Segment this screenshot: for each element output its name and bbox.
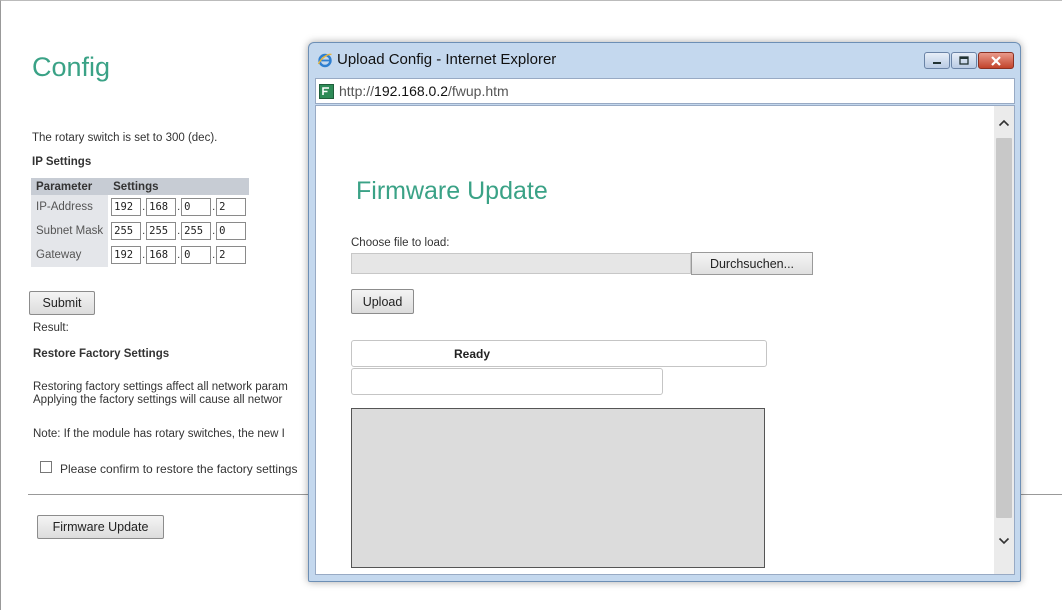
vertical-scrollbar[interactable] [994, 106, 1014, 574]
result-label: Result: [33, 322, 69, 334]
gateway-field: 192. 168. 0. 2 [108, 243, 250, 267]
address-bar[interactable]: http://192.168.0.2/fwup.htm [315, 78, 1015, 104]
table-header-row: Parameter Settings [31, 178, 250, 195]
octet-input[interactable]: 2 [216, 246, 247, 264]
octet-input[interactable]: 0 [181, 246, 212, 264]
octet-input[interactable]: 2 [216, 198, 247, 216]
rotary-switch-text: The rotary switch is set to 300 (dec). [32, 132, 218, 144]
page-title: Config [32, 52, 111, 82]
restore-description-line-2: Applying the factory settings will cause… [33, 394, 283, 406]
scroll-down-arrow[interactable] [997, 534, 1011, 548]
rotary-note-text: Note: If the module has rotary switches,… [33, 428, 285, 440]
row-label: Subnet Mask [31, 219, 109, 243]
octet-input[interactable]: 192 [111, 246, 142, 264]
status-field: Ready [351, 340, 767, 367]
table-row-ip-address: IP-Address 192. 168. 0. 2 [31, 195, 250, 219]
confirm-restore-label: Please confirm to restore the factory se… [60, 462, 298, 476]
close-icon [991, 55, 1001, 66]
table-row-subnet-mask: Subnet Mask 255. 255. 255. 0 [31, 219, 250, 243]
octet-input[interactable]: 0 [181, 198, 212, 216]
firmware-update-heading: Firmware Update [356, 177, 548, 205]
ip-settings-table: Parameter Settings IP-Address 192. 168. 0.… [31, 178, 250, 267]
close-button[interactable] [978, 52, 1014, 69]
restore-factory-heading: Restore Factory Settings [33, 348, 170, 360]
octet-input[interactable]: 255 [146, 222, 177, 240]
scroll-up-arrow[interactable] [997, 116, 1011, 130]
octet-input[interactable]: 168 [146, 198, 177, 216]
subnet-mask-field: 255. 255. 255. 0 [108, 219, 250, 243]
window-controls [924, 52, 1014, 69]
status-text: Ready [453, 347, 491, 361]
internet-explorer-icon [317, 53, 332, 67]
octet-input[interactable]: 192 [111, 198, 142, 216]
browse-button[interactable]: Durchsuchen... [691, 252, 813, 275]
restore-description-line-1: Restoring factory settings affect all ne… [33, 381, 288, 393]
window-title-bar: Upload Config - Internet Explorer [317, 51, 556, 68]
ip-address-field: 192. 168. 0. 2 [108, 195, 250, 219]
window-title: Upload Config - Internet Explorer [337, 51, 557, 68]
column-header-parameter: Parameter [31, 178, 109, 195]
minimize-button[interactable] [924, 52, 950, 69]
file-path-input[interactable] [351, 253, 691, 274]
firmware-update-button[interactable]: Firmware Update [37, 515, 164, 539]
maximize-button[interactable] [951, 52, 977, 69]
octet-input[interactable]: 0 [216, 222, 247, 240]
url-prefix: http:// [339, 83, 375, 99]
choose-file-label: Choose file to load: [351, 237, 450, 249]
octet-input[interactable]: 168 [146, 246, 177, 264]
minimize-icon [933, 61, 941, 64]
row-label: Gateway [31, 243, 109, 267]
maximize-icon [959, 56, 969, 65]
page-icon [319, 83, 334, 99]
column-header-settings: Settings [108, 178, 250, 195]
log-output-area [351, 408, 765, 568]
submit-button[interactable]: Submit [29, 291, 95, 315]
url-path: /fwup.htm [448, 83, 509, 99]
chevron-up-icon [998, 119, 1010, 127]
table-row-gateway: Gateway 192. 168. 0. 2 [31, 243, 250, 267]
octet-input[interactable]: 255 [181, 222, 212, 240]
chevron-down-icon [998, 537, 1010, 545]
popup-content: Firmware Update Choose file to load: Dur… [315, 105, 1015, 575]
row-label: IP-Address [31, 195, 109, 219]
confirm-restore-checkbox[interactable] [40, 461, 52, 473]
url-host: 192.168.0.2 [374, 83, 448, 99]
ip-settings-heading: IP Settings [32, 156, 92, 168]
upload-config-window: Upload Config - Internet Explorer http:/… [308, 42, 1021, 582]
upload-button[interactable]: Upload [351, 289, 414, 314]
octet-input[interactable]: 255 [111, 222, 142, 240]
progress-field [351, 368, 663, 395]
scrollbar-thumb[interactable] [996, 138, 1012, 518]
